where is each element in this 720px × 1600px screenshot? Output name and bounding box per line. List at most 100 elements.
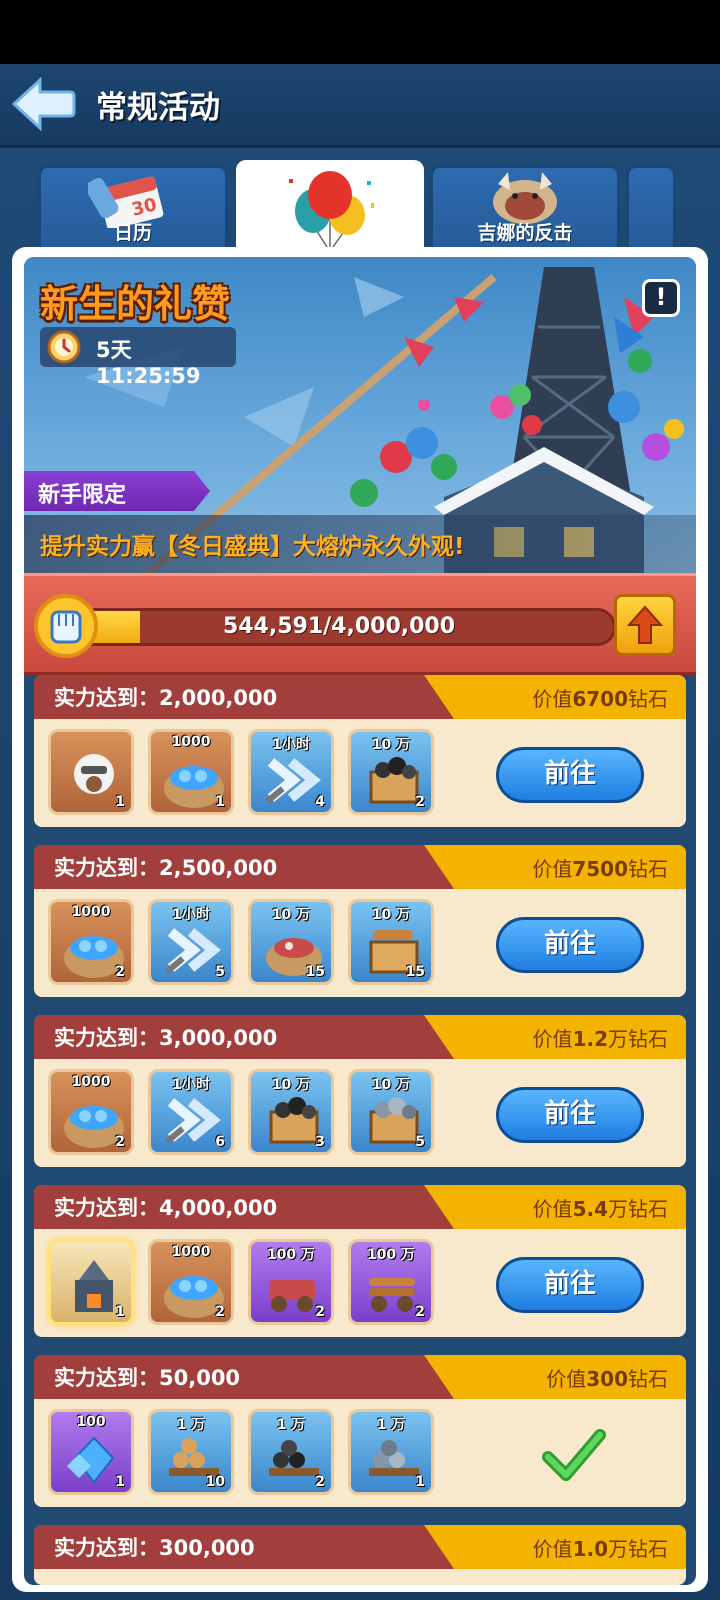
reward-item[interactable]: 100 万 2 (348, 1239, 434, 1325)
event-banner: 新生的礼赞 ! 5天 11:25:59 新手限定 提升实力赢【冬日盛典】大熔炉永… (24, 257, 696, 577)
reward-item[interactable]: 1000 2 (48, 899, 134, 985)
reward-item-quantity: 10 (205, 1474, 225, 1490)
up-arrow-icon (626, 605, 664, 644)
header: 常规活动 (0, 64, 720, 148)
back-arrow-icon[interactable] (10, 74, 76, 134)
go-button[interactable]: 前往 (496, 1087, 644, 1143)
event-panel-inner: 新生的礼赞 ! 5天 11:25:59 新手限定 提升实力赢【冬日盛典】大熔炉永… (24, 257, 696, 1585)
go-button[interactable]: 前往 (496, 917, 644, 973)
timer-text: 5天 11:25:59 (96, 338, 201, 388)
tier-value: 价值5.4万钻石 (533, 1193, 668, 1222)
reward-item-amount: 10 万 (271, 907, 311, 923)
go-button[interactable]: 前往 (496, 747, 644, 803)
requirement-value: 4,000,000 (159, 1196, 278, 1220)
power-progress-text: 544,591/4,000,000 (222, 614, 456, 639)
requirement-label: 实力达到： (54, 686, 159, 710)
reward-item[interactable]: 10 万 15 (348, 899, 434, 985)
tab-event-active[interactable] (236, 160, 424, 252)
reward-item[interactable]: 1 (48, 729, 134, 815)
reward-item-amount: 1 万 (376, 1417, 406, 1433)
reward-item-amount: 1000 (171, 734, 211, 750)
reward-item-quantity: 2 (315, 1474, 325, 1490)
tier-header: 实力达到：2,500,000 价值7500钻石 (34, 845, 686, 889)
reward-item[interactable]: 1 万 1 (348, 1409, 434, 1495)
reward-item-amount: 10 万 (271, 1077, 311, 1093)
reward-item-amount: 10 万 (371, 907, 411, 923)
value-prefix: 价值 (532, 1197, 573, 1221)
event-panel: 新生的礼赞 ! 5天 11:25:59 新手限定 提升实力赢【冬日盛典】大熔炉永… (12, 247, 708, 1592)
reward-item-amount: 100 万 (266, 1247, 316, 1263)
value-amount: 1.0 (572, 1537, 608, 1561)
reward-item-quantity: 6 (215, 1134, 225, 1150)
reward-item[interactable]: 10 万 3 (248, 1069, 334, 1155)
tier-header: 实力达到：2,000,000 价值6700钻石 (34, 675, 686, 719)
tier-value: 价值300钻石 (546, 1363, 668, 1392)
value-prefix: 价值 (532, 687, 573, 711)
reward-tier-row: 实力达到：2,500,000 价值7500钻石 1000 2 1小时 5 10 万 15 10 … (34, 845, 686, 997)
clock-icon (47, 330, 81, 364)
reward-item[interactable]: 1小时 4 (248, 729, 334, 815)
reward-item[interactable]: 1 万 10 (148, 1409, 234, 1495)
info-button[interactable]: ! (642, 279, 680, 317)
reward-item-amount: 10 万 (371, 1077, 411, 1093)
ribbon-label: 新手限定 (38, 483, 127, 508)
reward-item-amount: 1000 (71, 1074, 111, 1090)
value-suffix: 钻石 (628, 687, 668, 711)
go-button[interactable]: 前往 (496, 1257, 644, 1313)
reward-tier-row: 实力达到：4,000,000 价值5.4万钻石 1 1000 2 100 万 2 100 万 2… (34, 1185, 686, 1337)
value-amount: 7500 (572, 857, 628, 881)
event-timer: 5天 11:25:59 (40, 327, 236, 388)
requirement-value: 2,500,000 (159, 856, 278, 880)
reward-item-amount: 100 万 (366, 1247, 416, 1263)
tier-header: 实力达到：300,000 价值1.0万钻石 (34, 1525, 686, 1569)
reward-item-quantity: 1 (115, 1474, 125, 1490)
value-suffix: 万钻石 (608, 1537, 668, 1561)
reward-item[interactable]: 1小时 5 (148, 899, 234, 985)
reward-item[interactable]: 1小时 6 (148, 1069, 234, 1155)
reward-item[interactable]: 1000 1 (148, 729, 234, 815)
reward-item[interactable]: 100 万 2 (248, 1239, 334, 1325)
reward-item-quantity: 15 (305, 964, 325, 980)
reward-item-quantity: 2 (115, 1134, 125, 1150)
reward-item-quantity: 2 (415, 794, 425, 810)
reward-item[interactable]: 10 万 2 (348, 729, 434, 815)
tier-value: 价值6700钻石 (532, 683, 668, 712)
tab-calendar[interactable]: 30 日历 (38, 165, 228, 249)
tab-gina-counterattack[interactable]: 吉娜的反击 (430, 165, 620, 249)
reward-item[interactable]: 1000 2 (48, 1069, 134, 1155)
value-amount: 6700 (572, 687, 628, 711)
value-amount: 1.2 (572, 1027, 608, 1051)
requirement-value: 3,000,000 (159, 1026, 278, 1050)
reward-item[interactable]: 1000 2 (148, 1239, 234, 1325)
reward-tier-row: 实力达到：3,000,000 价值1.2万钻石 1000 2 1小时 6 10 万 3 10 万… (34, 1015, 686, 1167)
reward-tier-row: 实力达到：50,000 价值300钻石 100 1 1 万 10 1 万 2 1 万 1 (34, 1355, 686, 1507)
tier-header: 实力达到：3,000,000 价值1.2万钻石 (34, 1015, 686, 1059)
requirement-value: 300,000 (159, 1536, 255, 1560)
requirement-label: 实力达到： (54, 1536, 159, 1560)
event-subtitle: 提升实力赢【冬日盛典】大熔炉永久外观! (40, 534, 465, 560)
reward-item[interactable]: 10 万 5 (348, 1069, 434, 1155)
reward-item-amount: 1小时 (172, 907, 210, 923)
reward-item-quantity: 1 (115, 794, 125, 810)
tier-value: 价值1.0万钻石 (533, 1533, 668, 1562)
tier-header: 实力达到：4,000,000 价值5.4万钻石 (34, 1185, 686, 1229)
newbie-ribbon: 新手限定 (24, 471, 210, 511)
tier-value: 价值7500钻石 (532, 853, 668, 882)
reward-item[interactable]: 1 万 2 (248, 1409, 334, 1495)
tab-more[interactable] (626, 165, 676, 249)
reward-item-quantity: 2 (215, 1304, 225, 1320)
boost-power-button[interactable] (614, 594, 676, 656)
reward-item-amount: 100 (76, 1414, 106, 1430)
value-prefix: 价值 (532, 1537, 573, 1561)
reward-item[interactable]: 100 1 (48, 1409, 134, 1495)
requirement-label: 实力达到： (54, 1196, 159, 1220)
tier-header: 实力达到：50,000 价值300钻石 (34, 1355, 686, 1399)
tab-label-gina: 吉娜的反击 (477, 222, 573, 244)
reward-item-quantity: 1 (215, 794, 225, 810)
reward-item-amount: 1000 (171, 1244, 211, 1260)
reward-item-quantity: 3 (315, 1134, 325, 1150)
reward-item-quantity: 5 (215, 964, 225, 980)
reward-item[interactable]: 10 万 15 (248, 899, 334, 985)
requirement-value: 50,000 (159, 1366, 241, 1390)
reward-item[interactable]: 1 (48, 1239, 134, 1325)
